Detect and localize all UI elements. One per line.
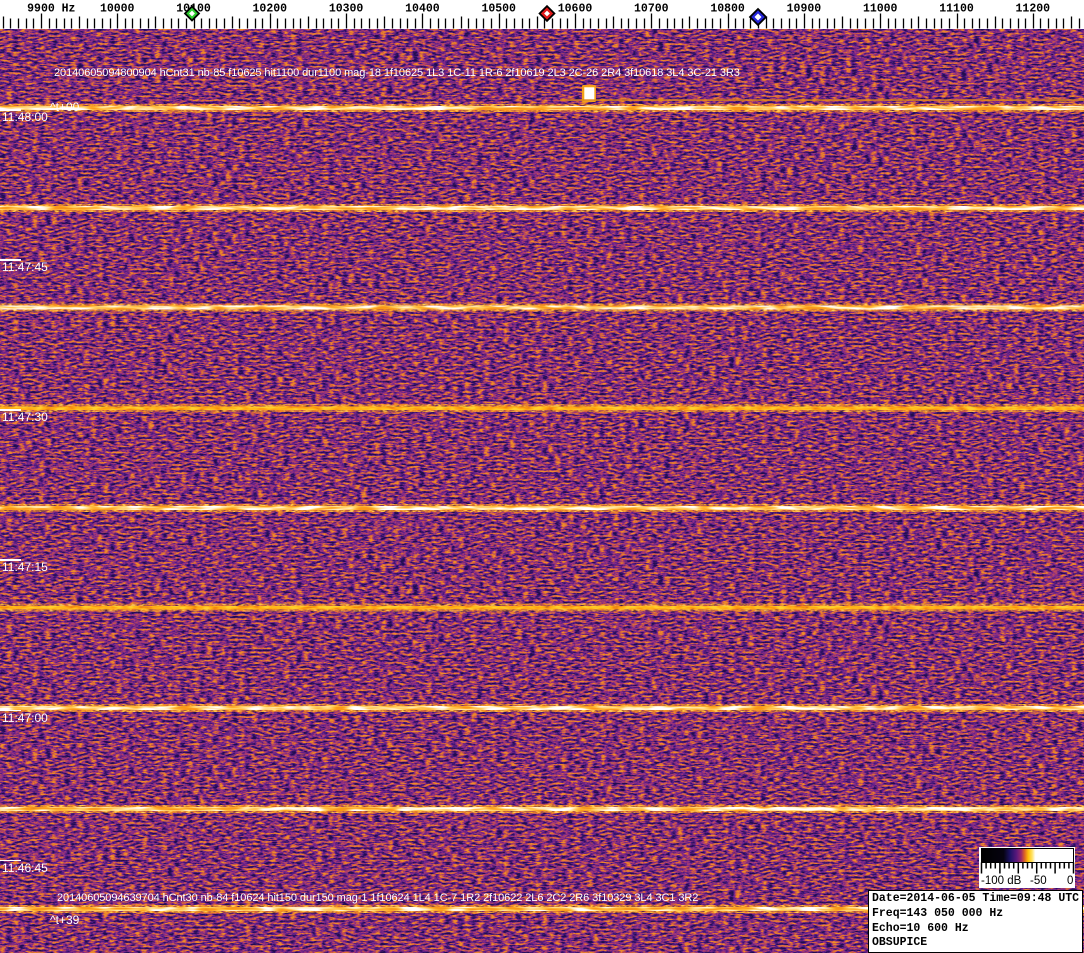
svg-text:10600: 10600 <box>558 3 593 16</box>
svg-text:10500: 10500 <box>481 3 516 16</box>
svg-text:10800: 10800 <box>710 3 745 16</box>
svg-text:9900 Hz: 9900 Hz <box>27 3 75 16</box>
svg-text:11200: 11200 <box>1016 3 1051 16</box>
svg-text:10300: 10300 <box>329 3 364 16</box>
svg-text:0: 0 <box>1067 875 1073 887</box>
svg-text:11100: 11100 <box>939 3 974 16</box>
svg-text:10400: 10400 <box>405 3 440 16</box>
svg-text:10000: 10000 <box>100 3 135 16</box>
svg-text:10700: 10700 <box>634 3 669 16</box>
svg-text:11000: 11000 <box>863 3 898 16</box>
svg-text:-50: -50 <box>1030 875 1047 887</box>
svg-text:-100 dB: -100 dB <box>981 875 1022 887</box>
svg-text:10900: 10900 <box>787 3 822 16</box>
svg-text:10200: 10200 <box>253 3 288 16</box>
